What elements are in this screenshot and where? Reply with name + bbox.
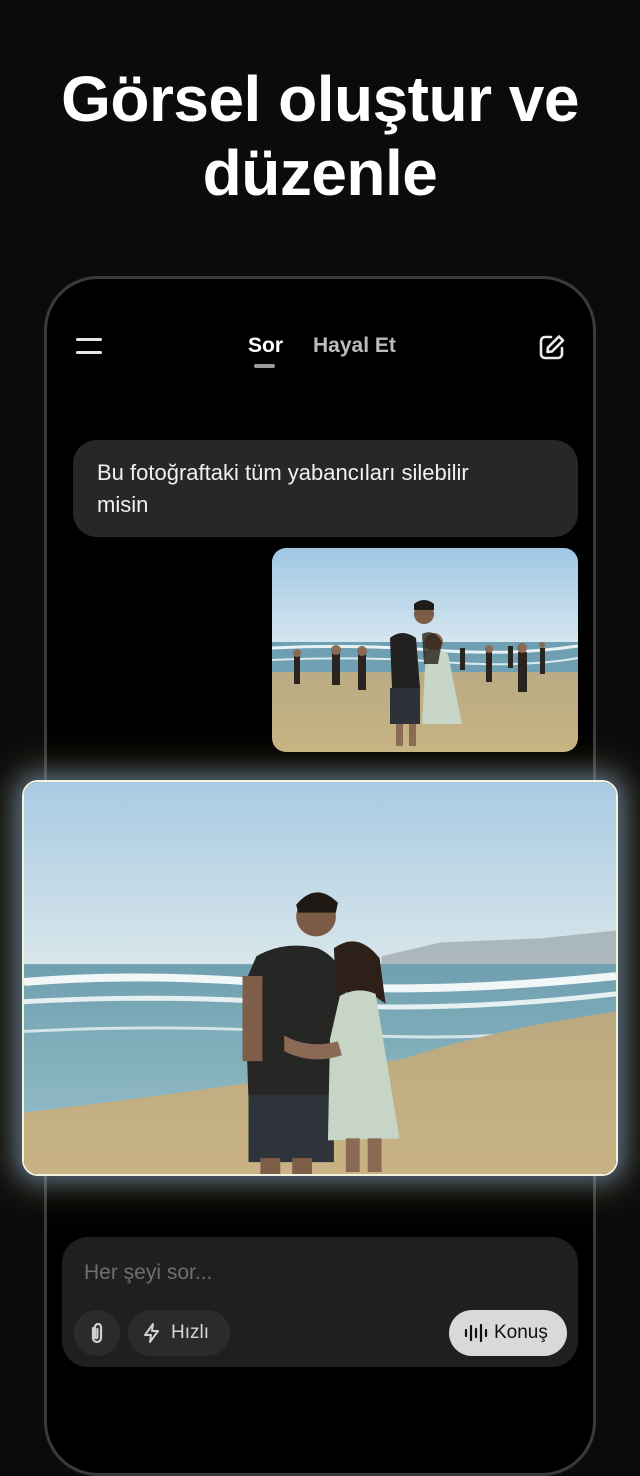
- mode-fast-label: Hızlı: [171, 1322, 209, 1343]
- user-message-line-1: Bu fotoğraftaki tüm yabancıları silebili…: [97, 460, 469, 485]
- voice-talk-label: Konuş: [494, 1322, 548, 1343]
- user-message-line-2: misin: [97, 492, 149, 517]
- waveform-icon: [464, 1323, 488, 1343]
- tab-hayal-et[interactable]: Hayal Et: [313, 334, 396, 358]
- voice-talk-button[interactable]: Konuş: [449, 1310, 567, 1356]
- headline-line-1: Görsel oluştur ve: [61, 63, 579, 135]
- headline-line-2: düzenle: [202, 137, 438, 209]
- headline: Görsel oluştur ve düzenle: [0, 62, 640, 210]
- composer-placeholder[interactable]: Her şeyi sor...: [84, 1261, 212, 1285]
- hamburger-menu-icon[interactable]: [76, 338, 102, 356]
- user-message-bubble: Bu fotoğraftaki tüm yabancıları silebili…: [73, 440, 578, 537]
- tab-sor[interactable]: Sor: [248, 334, 283, 358]
- active-tab-indicator: [254, 364, 275, 368]
- lightning-icon: [144, 1323, 159, 1343]
- original-beach-photo[interactable]: [272, 548, 578, 752]
- mode-fast-button[interactable]: Hızlı: [128, 1310, 230, 1356]
- edited-beach-photo[interactable]: [22, 780, 618, 1176]
- paperclip-icon: [91, 1322, 103, 1344]
- new-chat-edit-icon[interactable]: [538, 333, 566, 361]
- attach-button[interactable]: [74, 1310, 120, 1356]
